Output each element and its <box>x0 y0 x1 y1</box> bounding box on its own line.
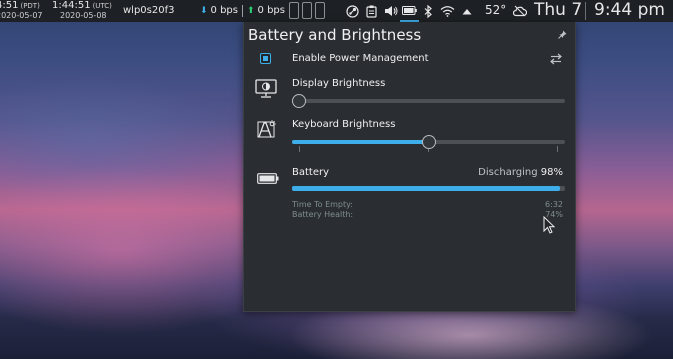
clipboard-icon[interactable] <box>362 0 381 22</box>
network-interface-label: wlp0s20f3 <box>123 5 175 16</box>
battery-charge-bar <box>292 186 565 191</box>
battery-charge-fill <box>292 186 560 191</box>
clock-pdt-time: 4:51 <box>0 0 19 11</box>
weather-cloud-icon[interactable] <box>510 0 529 22</box>
clock-pdt-date: 2020-05-07 <box>0 11 43 20</box>
power-settings-icon[interactable] <box>549 52 563 66</box>
divider <box>585 2 586 20</box>
power-management-label[interactable]: Enable Power Management <box>292 53 429 64</box>
display-brightness-slider[interactable] <box>292 94 565 108</box>
slider-track <box>292 99 565 103</box>
system-tray <box>343 0 476 22</box>
time-to-empty-value: 6:32 <box>545 200 563 209</box>
bluetooth-icon[interactable] <box>419 0 438 22</box>
clock-utc-time: 1:44:51 <box>52 0 91 11</box>
power-management-checkbox[interactable] <box>260 53 271 64</box>
weather-temperature[interactable]: 52° <box>485 3 506 17</box>
day-date-label[interactable]: Thu 7 <box>534 0 582 20</box>
net-down-value: 0 bps <box>210 5 238 16</box>
wifi-icon[interactable] <box>438 0 457 22</box>
battery-status-text: Discharging <box>478 167 538 178</box>
battery-brightness-popup: Battery and Brightness Enable Power Mana… <box>243 22 576 312</box>
digital-clock[interactable]: 9:44 pm <box>594 0 665 20</box>
clock-utc-tz: (UTC) <box>92 2 112 10</box>
download-arrow-icon: ⬇ <box>200 6 208 16</box>
battery-icon[interactable] <box>400 0 419 22</box>
battery-percent: 98% <box>540 167 563 178</box>
pin-icon[interactable] <box>557 30 567 40</box>
slider-tick <box>299 146 300 152</box>
clock-pdt[interactable]: 4:51(PDT) 2020-05-07 <box>0 1 43 21</box>
expand-arrow-icon[interactable] <box>457 0 476 22</box>
mouse-cursor-icon <box>543 216 555 234</box>
net-download-speed: ⬇ 0 bps <box>200 5 238 16</box>
swap-meter <box>315 2 325 19</box>
cpu-meter <box>289 2 299 19</box>
battery-status: Discharging 98% <box>478 167 563 178</box>
monitor-brightness-icon <box>255 79 277 98</box>
keyboard-brightness-label: Keyboard Brightness <box>292 119 396 130</box>
memory-meter <box>302 2 312 19</box>
net-upload-speed: ⬆ 0 bps <box>247 5 285 16</box>
clock-utc-date: 2020-05-08 <box>60 11 107 20</box>
time-to-empty-label: Time To Empty: <box>292 200 353 209</box>
slider-handle[interactable] <box>292 94 306 108</box>
divider <box>242 5 243 17</box>
top-panel: 4:51(PDT) 2020-05-07 1:44:51(UTC) 2020-0… <box>0 0 673 22</box>
keyboard-brightness-slider[interactable] <box>292 135 565 152</box>
keyboard-brightness-icon <box>257 120 276 138</box>
volume-icon[interactable] <box>381 0 400 22</box>
battery-label: Battery <box>292 167 330 178</box>
slider-fill <box>292 140 429 144</box>
battery-health-label: Battery Health: <box>292 210 354 219</box>
clock-utc[interactable]: 1:44:51 (UTC) 2020-05-08 <box>52 1 112 21</box>
net-up-value: 0 bps <box>257 5 285 16</box>
display-brightness-label: Display Brightness <box>292 78 386 89</box>
popup-title: Battery and Brightness <box>248 26 422 44</box>
slider-handle[interactable] <box>421 135 436 149</box>
battery-icon <box>257 173 279 184</box>
clock-pdt-tz: (PDT) <box>20 2 40 10</box>
steam-icon[interactable] <box>343 0 362 22</box>
slider-tick <box>557 146 558 152</box>
system-load-meters[interactable] <box>289 2 325 19</box>
upload-arrow-icon: ⬆ <box>247 6 255 16</box>
